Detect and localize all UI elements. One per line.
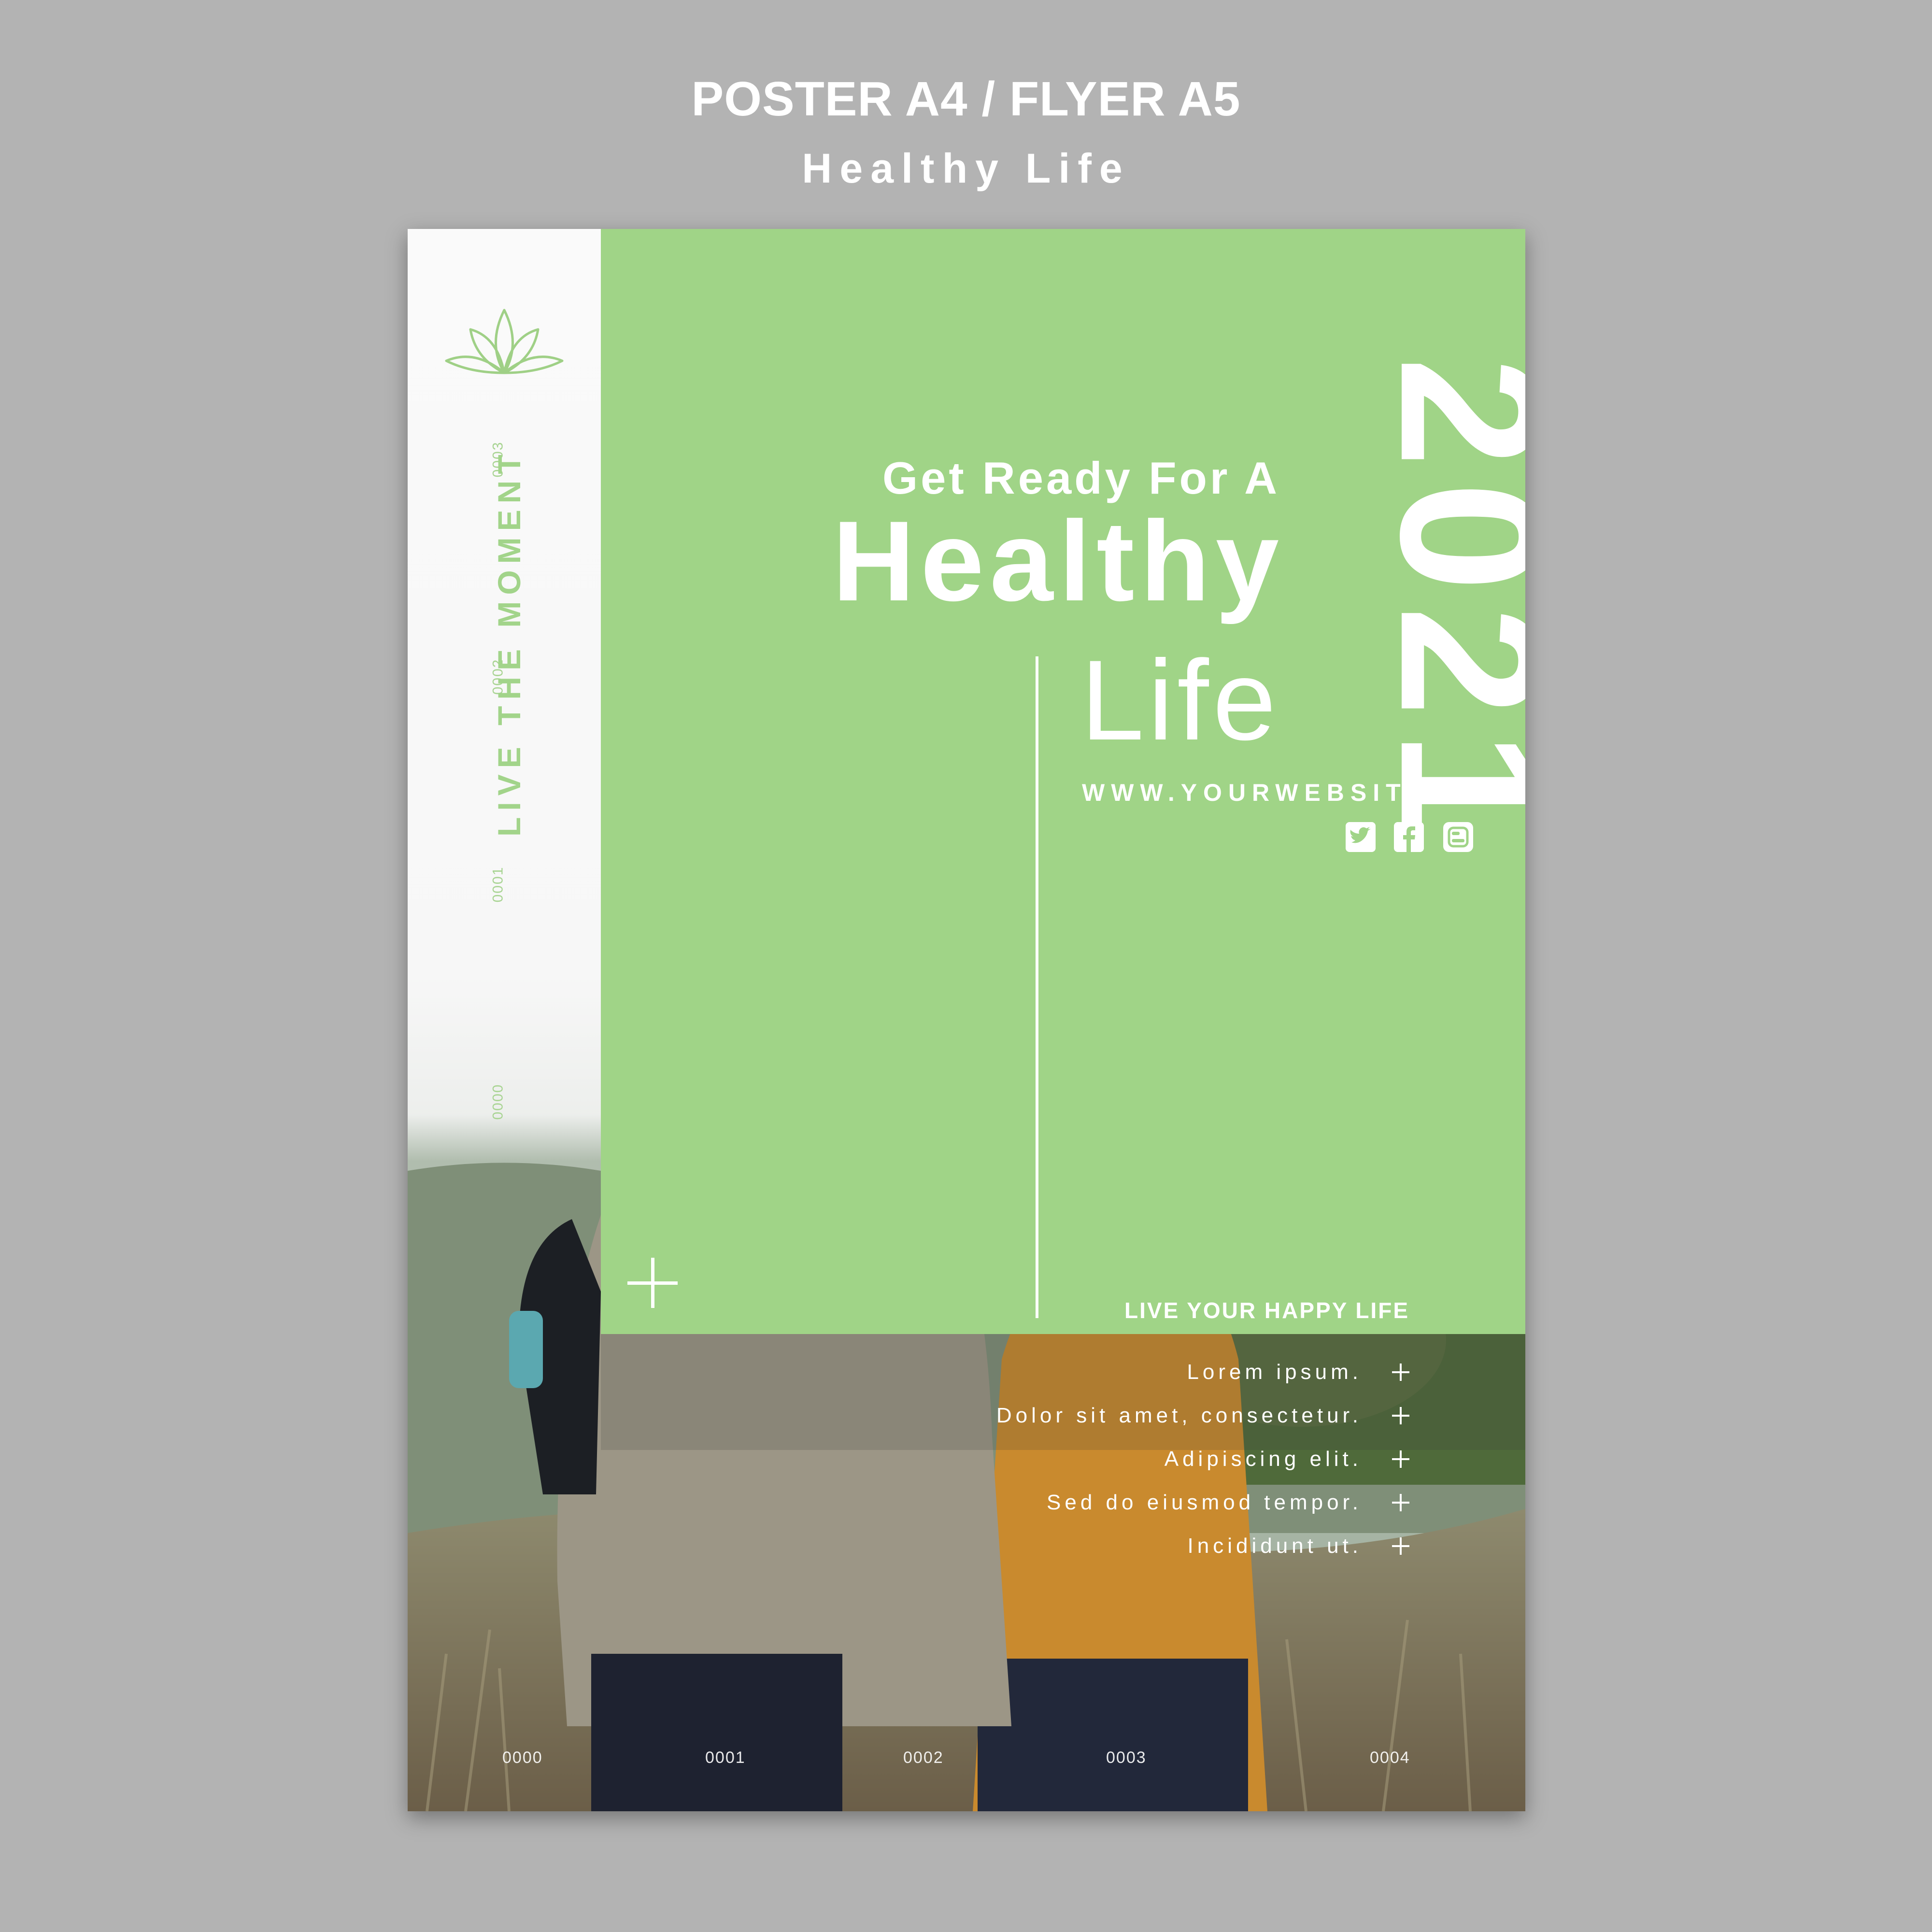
twitter-icon[interactable] <box>1345 821 1377 853</box>
facebook-icon[interactable] <box>1393 821 1425 853</box>
year-label: 2021 <box>1360 357 1525 856</box>
section-title: LIVE YOUR HAPPY LIFE <box>1124 1298 1409 1323</box>
footer-number: 0002 <box>903 1748 944 1767</box>
list-item-text: Adipiscing elit. <box>1164 1447 1362 1471</box>
side-number: 0001 <box>490 866 506 903</box>
headline-end: Life <box>1080 637 1280 764</box>
lotus-logo-icon <box>445 309 564 374</box>
list-item: Incididunt ut. <box>996 1524 1409 1568</box>
side-number: 0000 <box>490 1083 506 1120</box>
list-item-text: Incididunt ut. <box>1187 1534 1362 1558</box>
footer-number: 0003 <box>1106 1748 1147 1767</box>
plus-icon <box>1392 1537 1409 1555</box>
list-item-text: Dolor sit amet, consectetur. <box>996 1404 1362 1427</box>
list-item: Adipiscing elit. <box>996 1437 1409 1481</box>
headline-main: Healthy <box>832 497 1285 625</box>
list-item: Dolor sit amet, consectetur. <box>996 1394 1409 1437</box>
plus-icon <box>1392 1494 1409 1511</box>
list-item: Lorem ipsum. <box>996 1350 1409 1394</box>
list-item: Sed do eiusmod tempor. <box>996 1481 1409 1524</box>
side-tagline: LIVE THE MOMENT <box>491 448 527 837</box>
footer-number: 0001 <box>705 1748 746 1767</box>
page-subtitle: Healthy Life <box>802 145 1130 192</box>
list-item-text: Lorem ipsum. <box>1187 1360 1362 1384</box>
page-title: POSTER A4 / FLYER A5 <box>691 72 1241 126</box>
plus-icon <box>1392 1364 1409 1381</box>
footer-number: 0000 <box>502 1748 543 1767</box>
feature-list: Lorem ipsum. Dolor sit amet, consectetur… <box>996 1350 1409 1568</box>
website-link[interactable]: WWW.YOURWEBSITE.COM <box>1082 779 1518 807</box>
headline-intro: Get Ready For A <box>882 453 1280 503</box>
plus-icon <box>1392 1407 1409 1424</box>
list-item-text: Sed do eiusmod tempor. <box>1047 1491 1362 1514</box>
plus-icon <box>1392 1450 1409 1468</box>
vertical-divider <box>1036 656 1038 1318</box>
plus-icon <box>627 1258 678 1308</box>
poster: 0003 0002 0001 0000 LIVE THE MOMENT 2021… <box>408 229 1525 1811</box>
blogger-icon[interactable] <box>1442 821 1474 853</box>
footer-number: 0004 <box>1370 1748 1410 1767</box>
